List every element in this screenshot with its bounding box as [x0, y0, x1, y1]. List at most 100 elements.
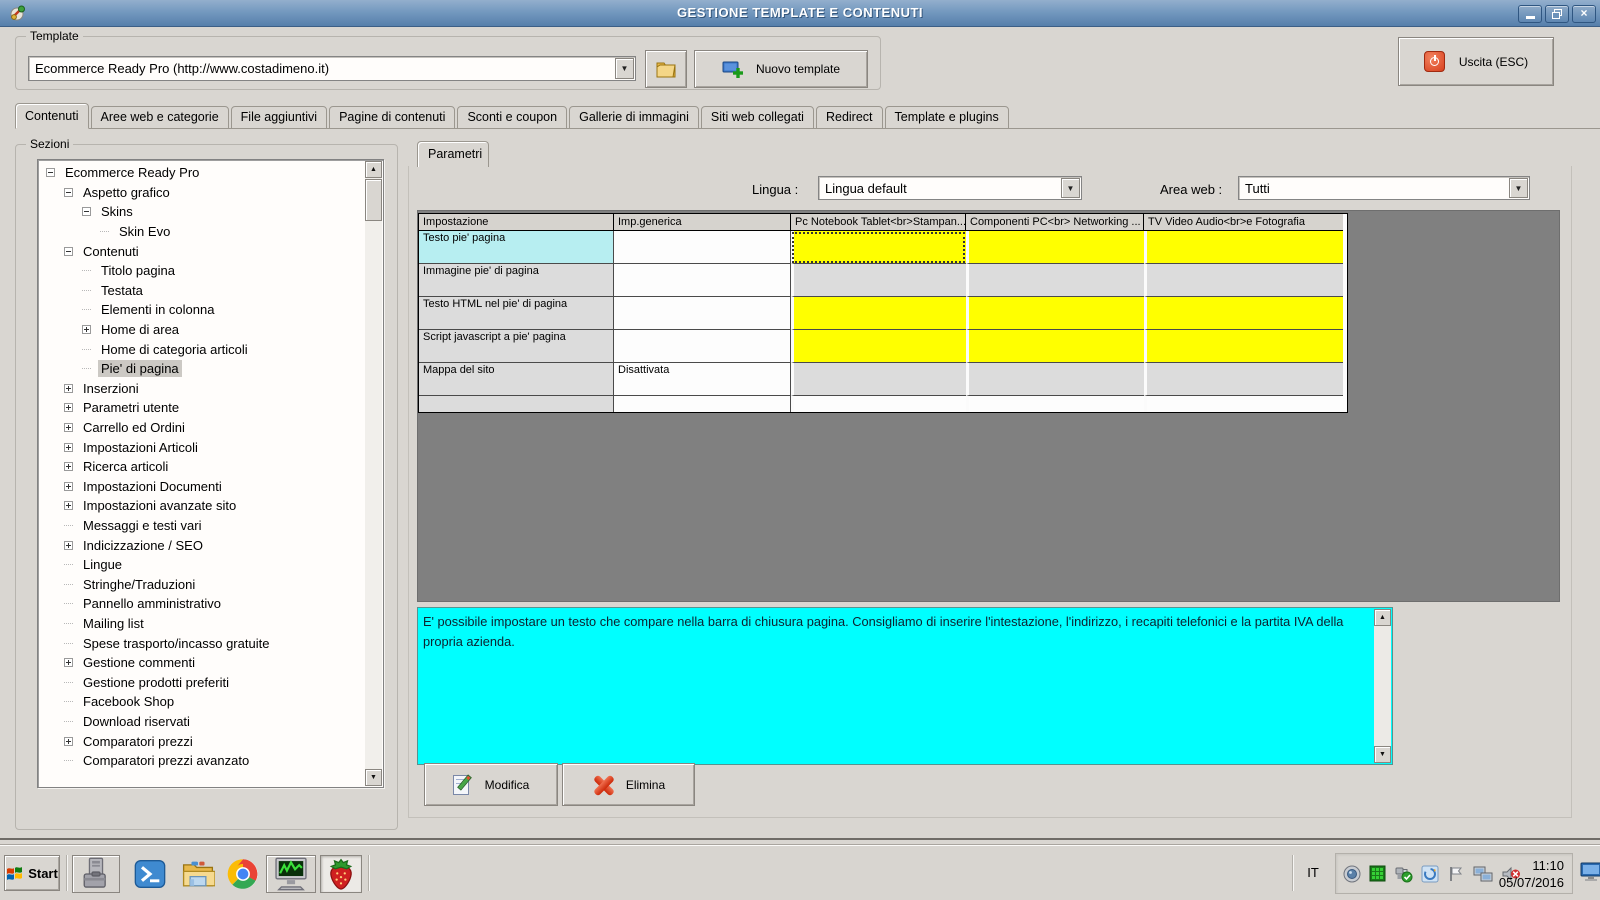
restore-button[interactable] — [1545, 5, 1569, 23]
action-center-flag-icon[interactable] — [1447, 865, 1465, 883]
tree-scrollbar-thumb[interactable] — [365, 179, 382, 221]
tree-item-label[interactable]: Impostazioni avanzate sito — [80, 497, 239, 514]
row-label-cell[interactable]: Testo pie' pagina — [419, 231, 614, 264]
tab-template-e-plugins[interactable]: Template e plugins — [884, 106, 1009, 129]
generic-value-cell[interactable] — [614, 264, 791, 297]
exit-button[interactable]: Uscita (ESC) — [1398, 37, 1554, 86]
area-value-cell[interactable] — [1144, 231, 1343, 264]
tree-item[interactable]: Pannello amministrativo — [40, 594, 364, 614]
column-header[interactable]: Impostazione — [419, 214, 614, 231]
windows-update-icon[interactable] — [1421, 865, 1439, 883]
area-value-cell[interactable] — [791, 231, 966, 264]
tree-item-label[interactable]: Pannello amministrativo — [80, 595, 224, 612]
row-label-cell[interactable]: Testo HTML nel pie' di pagina — [419, 297, 614, 330]
row-label-cell[interactable] — [419, 396, 614, 412]
tree-item[interactable]: Ricerca articoli — [40, 457, 364, 477]
tree-item[interactable]: Parametri utente — [40, 398, 364, 418]
generic-value-cell[interactable] — [614, 297, 791, 330]
tab-redirect[interactable]: Redirect — [815, 106, 883, 129]
tree-item[interactable]: Comparatori prezzi avanzato — [40, 751, 364, 771]
tree-item[interactable]: Lingue — [40, 555, 364, 575]
tree-item[interactable]: Skins — [40, 202, 364, 222]
tree-item[interactable]: Titolo pagina — [40, 261, 364, 281]
area-value-cell[interactable] — [1144, 396, 1343, 412]
area-value-cell[interactable] — [791, 396, 966, 412]
template-combobox[interactable]: Ecommerce Ready Pro (http://www.costadim… — [28, 56, 636, 81]
area-value-cell[interactable] — [966, 264, 1144, 297]
tree-item[interactable]: Spese trasporto/incasso gratuite — [40, 633, 364, 653]
column-header[interactable]: Componenti PC<br> Networking ... — [966, 214, 1144, 231]
tree-item-label[interactable]: Skin Evo — [116, 223, 173, 240]
tree-item[interactable]: Carrello ed Ordini — [40, 418, 364, 438]
expand-icon[interactable] — [64, 383, 73, 393]
tree-item-label[interactable]: Lingue — [80, 556, 125, 573]
scroll-down-icon[interactable]: ▼ — [365, 769, 382, 786]
tree-item[interactable]: Home di area — [40, 320, 364, 340]
description-scrollbar[interactable]: ▲ ▼ — [1374, 609, 1391, 763]
expand-icon[interactable] — [64, 423, 73, 433]
area-value-cell[interactable] — [791, 330, 966, 363]
expand-icon[interactable] — [82, 325, 91, 335]
area-value-cell[interactable] — [966, 231, 1144, 264]
taskbar-grip[interactable] — [368, 855, 370, 891]
tree-item-label[interactable]: Aspetto grafico — [80, 184, 173, 201]
area-value-cell[interactable] — [966, 363, 1144, 396]
tree-item[interactable]: Contenuti — [40, 241, 364, 261]
minimize-button[interactable] — [1518, 5, 1542, 23]
tree-item-label[interactable]: Pie' di pagina — [98, 360, 182, 378]
tree-item-label[interactable]: Stringhe/Traduzioni — [80, 576, 198, 593]
row-label-cell[interactable]: Mappa del sito — [419, 363, 614, 396]
area-value-cell[interactable] — [791, 363, 966, 396]
tree-item-label[interactable]: Comparatori prezzi avanzato — [80, 752, 252, 769]
network-activity-icon[interactable] — [1369, 865, 1386, 882]
generic-value-cell[interactable] — [614, 231, 791, 264]
tab-file-aggiuntivi[interactable]: File aggiuntivi — [230, 106, 328, 129]
modify-button[interactable]: Modifica — [424, 763, 558, 806]
tree-item-label[interactable]: Home di categoria articoli — [98, 341, 251, 358]
generic-value-cell[interactable] — [614, 330, 791, 363]
tree-item-label[interactable]: Carrello ed Ordini — [80, 419, 188, 436]
file-explorer-taskbar-button[interactable] — [176, 855, 220, 893]
tab-siti-web-collegati[interactable]: Siti web collegati — [700, 106, 814, 129]
area-value-cell[interactable] — [966, 297, 1144, 330]
tree-item-label[interactable]: Testata — [98, 282, 146, 299]
system-monitor-taskbar-button[interactable] — [266, 855, 316, 893]
strawberry-app-taskbar-button[interactable] — [320, 855, 362, 893]
chevron-down-icon[interactable]: ▼ — [1509, 178, 1528, 198]
chrome-taskbar-button[interactable] — [224, 855, 262, 893]
close-button[interactable]: × — [1572, 5, 1596, 23]
expand-icon[interactable] — [64, 403, 73, 413]
area-web-combobox[interactable]: Tutti ▼ — [1238, 176, 1530, 200]
tree-item-label[interactable]: Download riservati — [80, 713, 193, 730]
display-icon[interactable] — [1343, 865, 1361, 883]
tree-item-label[interactable]: Mailing list — [80, 615, 147, 632]
tree-item[interactable]: Testata — [40, 281, 364, 301]
tree-item[interactable]: Aspetto grafico — [40, 183, 364, 203]
network-connection-icon[interactable] — [1473, 865, 1493, 883]
scroll-down-icon[interactable]: ▼ — [1374, 746, 1391, 763]
tree-item-label[interactable]: Parametri utente — [80, 399, 182, 416]
tree-item-label[interactable]: Gestione commenti — [80, 654, 198, 671]
area-value-cell[interactable] — [966, 330, 1144, 363]
language-indicator[interactable]: IT — [1300, 860, 1326, 886]
area-value-cell[interactable] — [1144, 264, 1343, 297]
tree-item-label[interactable]: Ecommerce Ready Pro — [62, 164, 202, 181]
expand-icon[interactable] — [64, 540, 73, 550]
tree-item[interactable]: Impostazioni avanzate sito — [40, 496, 364, 516]
tree-item-label[interactable]: Gestione prodotti preferiti — [80, 674, 232, 691]
expand-icon[interactable] — [64, 462, 73, 472]
chevron-down-icon[interactable]: ▼ — [615, 58, 634, 79]
tree-item[interactable]: Elementi in colonna — [40, 300, 364, 320]
tab-pagine-di-contenuti[interactable]: Pagine di contenuti — [329, 106, 456, 129]
open-folder-button[interactable] — [645, 50, 687, 88]
start-button[interactable]: Start — [4, 855, 60, 891]
tree-item[interactable]: Gestione commenti — [40, 653, 364, 673]
window-titlebar[interactable]: GESTIONE TEMPLATE E CONTENUTI × — [0, 0, 1600, 27]
expand-icon[interactable] — [64, 442, 73, 452]
delete-button[interactable]: Elimina — [562, 763, 695, 806]
system-tools-taskbar-button[interactable] — [72, 855, 120, 893]
tree-item-label[interactable]: Indicizzazione / SEO — [80, 537, 206, 554]
expand-icon[interactable] — [64, 501, 73, 511]
tree-item-label[interactable]: Ricerca articoli — [80, 458, 171, 475]
tree-item[interactable]: Pie' di pagina — [40, 359, 364, 379]
